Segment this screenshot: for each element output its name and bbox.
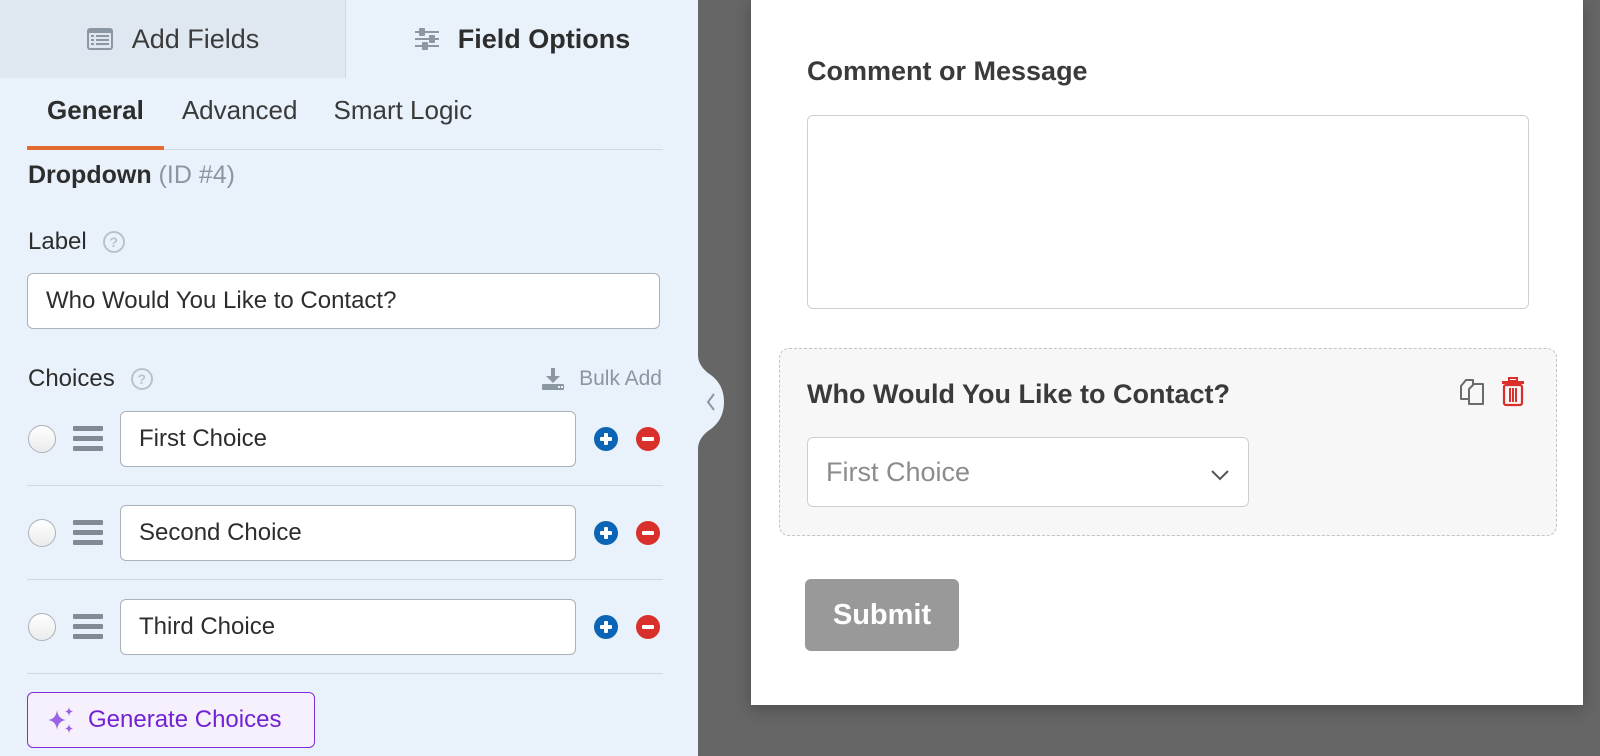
chevron-down-icon xyxy=(1210,457,1230,488)
choices-label-group: Choices ? xyxy=(28,365,153,393)
choice-input[interactable] xyxy=(120,410,576,467)
subtab-advanced[interactable]: Advanced xyxy=(164,77,316,149)
label-setting-row: Label ? xyxy=(28,228,125,256)
subtab-general[interactable]: General xyxy=(27,77,164,150)
form-preview-canvas: Comment or Message Who Would You Like to… xyxy=(751,0,1583,705)
collapse-panel-button[interactable] xyxy=(698,355,726,449)
tab-add-fields[interactable]: Add Fields xyxy=(0,0,346,78)
add-choice-icon[interactable] xyxy=(594,520,618,545)
dropdown-field-label: Who Would You Like to Contact? xyxy=(807,379,1230,409)
choice-default-radio[interactable] xyxy=(28,518,56,547)
bulk-add-label: Bulk Add xyxy=(579,367,662,390)
form-list-icon xyxy=(86,27,114,51)
choice-default-radio[interactable] xyxy=(28,424,56,453)
generate-choices-label: Generate Choices xyxy=(88,706,282,733)
selected-dropdown-field[interactable]: Who Would You Like to Contact? First Cho… xyxy=(779,348,1557,536)
remove-choice-icon[interactable] xyxy=(636,520,660,545)
choice-input[interactable] xyxy=(120,598,576,655)
choice-row xyxy=(27,580,663,674)
field-actions xyxy=(1458,377,1526,407)
field-label-input[interactable] xyxy=(27,273,660,329)
field-id: (ID #4) xyxy=(158,161,235,189)
tab-field-options-label: Field Options xyxy=(457,23,631,54)
field-type-heading: Dropdown (ID #4) xyxy=(28,161,235,190)
bulk-add-button[interactable]: Bulk Add xyxy=(541,367,662,391)
download-icon xyxy=(541,367,565,391)
choice-row xyxy=(27,392,663,486)
add-choice-icon[interactable] xyxy=(594,426,618,451)
panel-top-tabs: Add Fields Field Options xyxy=(0,0,698,78)
drag-handle-icon[interactable] xyxy=(73,426,103,451)
choice-input[interactable] xyxy=(120,504,576,561)
help-icon[interactable]: ? xyxy=(102,231,125,253)
generate-choices-button[interactable]: Generate Choices xyxy=(27,692,315,748)
duplicate-icon[interactable] xyxy=(1458,377,1486,407)
comment-textarea[interactable] xyxy=(807,115,1529,309)
add-choice-icon[interactable] xyxy=(594,614,618,639)
sparkle-icon xyxy=(46,705,76,735)
subtab-smart-logic[interactable]: Smart Logic xyxy=(315,77,490,149)
tab-add-fields-label: Add Fields xyxy=(131,23,260,54)
dropdown-selected-value: First Choice xyxy=(826,456,971,487)
field-option-subtabs: General Advanced Smart Logic xyxy=(27,78,663,150)
remove-choice-icon[interactable] xyxy=(636,614,660,639)
sliders-icon xyxy=(414,27,440,51)
drag-handle-icon[interactable] xyxy=(73,614,103,639)
field-type: Dropdown xyxy=(28,161,152,189)
tab-field-options[interactable]: Field Options xyxy=(346,0,698,78)
choices-header: Choices ? Bulk Add xyxy=(28,365,662,393)
dropdown-select[interactable]: First Choice xyxy=(807,437,1249,507)
trash-icon[interactable] xyxy=(1500,377,1526,407)
field-options-panel: Add Fields Field Options General Advance… xyxy=(0,0,698,756)
choice-default-radio[interactable] xyxy=(28,612,56,641)
label-setting-label: Label xyxy=(28,228,87,255)
remove-choice-icon[interactable] xyxy=(636,426,660,451)
choices-label: Choices xyxy=(28,365,115,392)
comment-field-label: Comment or Message xyxy=(807,56,1088,86)
drag-handle-icon[interactable] xyxy=(73,520,103,545)
choice-row xyxy=(27,486,663,580)
help-icon[interactable]: ? xyxy=(130,368,153,390)
submit-button[interactable]: Submit xyxy=(805,579,959,651)
